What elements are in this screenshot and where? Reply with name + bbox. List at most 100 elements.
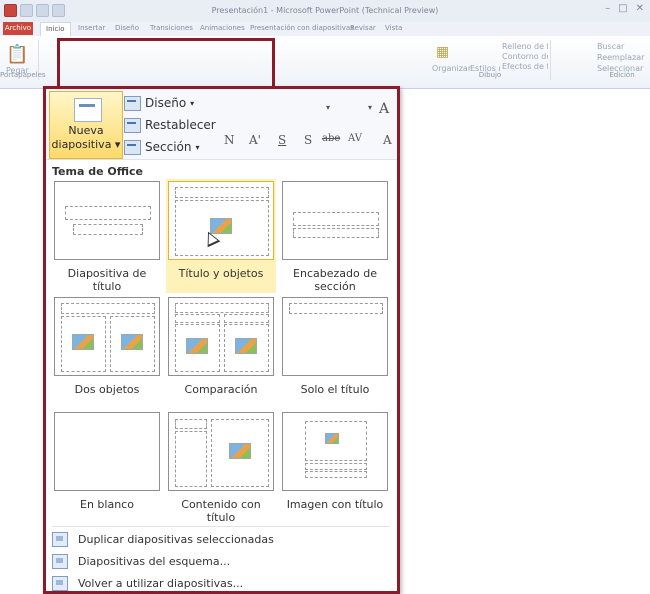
layout-name: Imagen con título (286, 498, 384, 511)
menu-separator (52, 526, 390, 527)
layout-title-only[interactable]: Solo el título (280, 297, 390, 397)
grow-font-icon[interactable]: A (379, 101, 389, 117)
new-slide-label-2: diapositiva ▾ (51, 138, 121, 151)
tab-design[interactable]: Diseño (115, 24, 139, 32)
reuse-slides-label: Volver a utilizar diapositivas... (78, 576, 244, 590)
replace-button[interactable]: Reemplazar (597, 53, 644, 62)
content-placeholder-icon (186, 338, 208, 354)
italic-icon[interactable]: A' (249, 133, 261, 147)
layout-name: Título y objetos (178, 267, 264, 280)
tab-view[interactable]: Vista (385, 24, 402, 32)
content-placeholder-icon (72, 334, 94, 350)
layout-content-caption[interactable]: Contenido con título (166, 412, 276, 524)
shape-outline-button[interactable]: Contorno de forma (502, 52, 548, 61)
drawing-group-label: Dibujo (478, 71, 502, 79)
tab-insert[interactable]: Insertar (78, 24, 105, 32)
title-bar: Presentación1 - Microsoft PowerPoint (Te… (0, 0, 650, 23)
tab-slideshow[interactable]: Presentación con diapositivas (250, 24, 354, 32)
shape-effects-button[interactable]: Efectos de formas (502, 62, 548, 71)
layout-name: En blanco (80, 498, 134, 511)
layout-thumbnail (282, 412, 388, 491)
layout-title-slide[interactable]: Diapositiva de título (52, 181, 162, 293)
tab-file[interactable]: Archivo (3, 22, 33, 35)
window-title: Presentación1 - Microsoft PowerPoint (Te… (211, 6, 439, 15)
outline-slides-label: Diapositivas del esquema... (78, 554, 231, 568)
layout-thumbnail (168, 297, 274, 376)
layout-label: Diseño (145, 96, 187, 110)
layout-thumbnail (168, 412, 274, 491)
outline-slides-item[interactable]: Diapositivas del esquema... (52, 552, 230, 570)
editing-group-label: Edición (609, 71, 635, 79)
new-slide-dropdown: Nueva diapositiva ▾ Diseño ▾ Restablecer … (43, 86, 400, 594)
chevron-down-icon: ▾ (190, 98, 195, 108)
find-button[interactable]: Buscar (597, 42, 624, 51)
layout-thumbnail (168, 181, 274, 260)
layout-title-content[interactable]: Título y objetos (166, 179, 276, 293)
content-placeholder-icon (235, 338, 257, 354)
layout-comparison[interactable]: Comparación (166, 297, 276, 397)
layout-thumbnail (54, 297, 160, 376)
section-icon (124, 139, 141, 155)
change-case-icon[interactable]: A (383, 133, 392, 147)
layout-thumbnail (54, 181, 160, 260)
reset-button[interactable]: Restablecer (124, 116, 216, 134)
layout-thumbnail (282, 297, 388, 376)
underline-icon[interactable]: S (278, 133, 286, 147)
window-controls: – □ ✕ (605, 3, 644, 14)
layout-thumbnail (282, 181, 388, 260)
reset-label: Restablecer (145, 118, 216, 132)
layout-icon (124, 95, 141, 111)
layout-blank[interactable]: En blanco (52, 412, 162, 522)
editing-group: Buscar Reemplazar Seleccionar Edición (595, 40, 649, 80)
clipboard-group-label: Portapapeles (0, 71, 46, 79)
clipboard-group: 📋 Pegar Portapapeles (0, 40, 46, 80)
duplicate-slides-icon (52, 531, 68, 547)
bold-icon[interactable]: N (224, 133, 235, 147)
shape-fill-button[interactable]: Relleno de forma (502, 42, 548, 51)
content-placeholder-icon (229, 443, 251, 459)
layout-name: Encabezado de sección (293, 267, 377, 293)
tab-animations[interactable]: Animaciones (200, 24, 245, 32)
duplicate-slides-label: Duplicar diapositivas seleccionadas (78, 532, 274, 546)
layout-thumbnail (54, 412, 160, 491)
outline-slides-icon (52, 553, 68, 569)
char-spacing-icon[interactable]: AV (348, 133, 362, 144)
new-slide-button[interactable]: Nueva diapositiva ▾ (49, 91, 123, 159)
maximize-icon[interactable]: □ (618, 3, 627, 14)
layout-name: Solo el título (300, 383, 370, 396)
layout-name: Dos objetos (74, 383, 140, 396)
picture-placeholder-icon (325, 433, 339, 444)
new-slide-label-1: Nueva (68, 124, 104, 137)
layout-name: Diapositiva de título (67, 267, 147, 293)
layout-section-header[interactable]: Encabezado de sección (280, 181, 390, 293)
reset-icon (124, 117, 141, 133)
arrange-icon[interactable]: ▦ (436, 44, 449, 60)
tab-transitions[interactable]: Transiciones (150, 24, 193, 32)
layout-picture-caption[interactable]: Imagen con título (280, 412, 390, 522)
tab-review[interactable]: Revisar (350, 24, 376, 32)
shadow-icon[interactable]: S (304, 133, 312, 147)
close-icon[interactable]: ✕ (636, 3, 644, 14)
section-label: Sección (145, 140, 192, 154)
font-dropdown-arrow-icon[interactable]: ▾ (326, 103, 330, 112)
layout-name: Comparación (184, 383, 258, 396)
slides-group-highlight (57, 38, 275, 92)
duplicate-slides-item[interactable]: Duplicar diapositivas seleccionadas (52, 530, 274, 548)
tab-home[interactable]: Inicio (40, 22, 71, 36)
reuse-slides-item[interactable]: Volver a utilizar diapositivas... (52, 574, 243, 592)
reuse-slides-icon (52, 575, 68, 591)
layout-button[interactable]: Diseño ▾ (124, 94, 194, 112)
new-slide-icon (74, 98, 102, 122)
ribbon-tabs: Archivo Inicio Insertar Diseño Transicio… (0, 22, 650, 36)
strikethrough-icon[interactable]: abe (322, 133, 340, 144)
layout-two-content[interactable]: Dos objetos (52, 297, 162, 397)
paste-icon[interactable]: 📋 (6, 44, 28, 65)
layout-name: Contenido con título (181, 498, 261, 524)
size-dropdown-arrow-icon[interactable]: ▾ (368, 103, 372, 112)
chevron-down-icon: ▾ (195, 142, 200, 152)
content-placeholder-icon (121, 334, 143, 350)
minimize-icon[interactable]: – (605, 3, 610, 14)
slides-group-zoom: Nueva diapositiva ▾ Diseño ▾ Restablecer … (46, 89, 397, 160)
section-header: Tema de Office (52, 165, 143, 178)
section-button[interactable]: Sección ▾ (124, 138, 200, 156)
